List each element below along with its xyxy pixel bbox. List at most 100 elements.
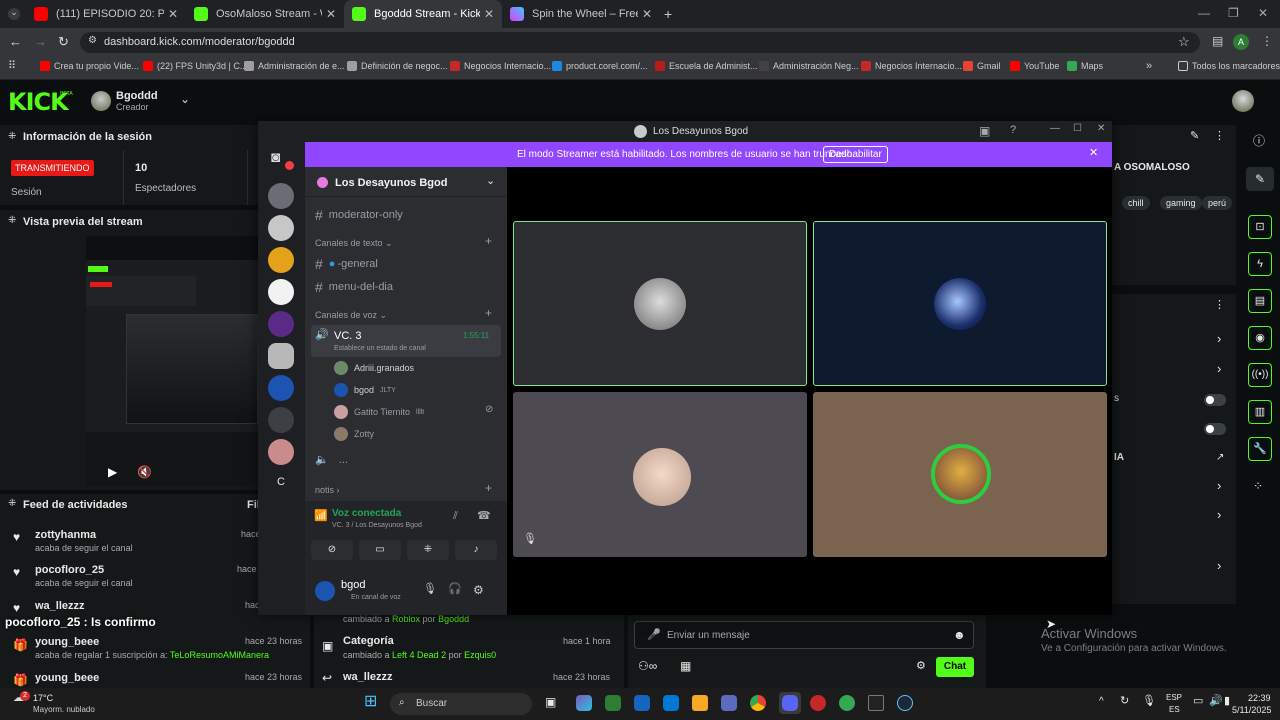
channel-item[interactable]: # ● -general [315,256,378,272]
bookmark-item[interactable]: Crea tu propio Vide... [40,61,139,71]
help-icon[interactable]: ? [1010,125,1016,136]
disconnect-icon[interactable]: ☎ [477,511,491,522]
bookmark-item[interactable]: Negocios Internacio... [861,61,962,71]
microphone-icon[interactable]: 🎤 [647,630,661,641]
server-icon-active[interactable] [268,343,294,369]
stream-preview-video[interactable]: ▶ [86,236,258,486]
soundboard-button[interactable]: ♪ [455,540,497,560]
chevron-right-icon[interactable]: › [1217,362,1221,375]
activities-button[interactable]: ⁜ [407,540,449,560]
tag-chip[interactable]: perú [1202,196,1233,210]
channel-avatar[interactable] [91,91,111,111]
browser-tab[interactable]: OsoMaloso Stream - Watch Liv✕ [186,0,344,28]
category-header[interactable]: notis › [315,485,340,495]
language-top[interactable]: ESP [1166,693,1182,702]
discord-home-icon[interactable]: ◙ [271,150,280,165]
inbox-icon[interactable]: ▣ [979,125,990,137]
minimize-icon[interactable]: — [1050,124,1060,134]
clipboard-icon[interactable]: ▤ [1248,289,1272,313]
broadcast-icon[interactable]: ((•)) [1248,363,1272,387]
bookmark-item[interactable]: product.corel.com/... [552,61,648,71]
taskbar-app-icon[interactable] [721,695,737,711]
add-channel-icon[interactable]: + [485,235,492,247]
add-channel-icon[interactable]: + [485,307,492,319]
mod-action-title[interactable]: wa_llezzz [343,671,393,683]
edit-icon[interactable]: ✎ [1190,131,1199,142]
external-link-icon[interactable]: ↗ [1216,453,1224,463]
bookmark-item[interactable]: Gmail [963,61,1001,71]
chevron-right-icon[interactable]: › [1217,508,1221,521]
browser-tab-active[interactable]: Bgoddd Stream - Kick Dashbo✕ [344,0,502,28]
server-icon[interactable] [268,247,294,273]
address-bar[interactable]: ⚙ dashboard.kick.com/moderator/bgoddd ☆ [80,32,1200,53]
clock-time[interactable]: 22:39 [1248,693,1271,703]
bookmark-item[interactable]: Negocios Internacio... [450,61,551,71]
taskbar-app-icon[interactable] [605,695,621,711]
server-letter-icon[interactable]: C [277,477,285,488]
server-icon[interactable] [268,215,294,241]
lightning-icon[interactable]: ϟ [1248,252,1272,276]
add-channel-icon[interactable]: + [485,482,492,494]
feed-user[interactable]: wa_llezzz [35,600,85,612]
signal-icon[interactable]: 📶 [314,511,328,522]
back-icon[interactable]: ← [9,35,22,48]
taskbar-search[interactable]: ⌕ Buscar [390,693,532,715]
panel-kebab-icon[interactable]: ⋮ [1214,131,1225,142]
bookmark-item[interactable]: Escuela de Administ... [655,61,758,71]
taskbar-app-icon[interactable] [663,695,679,711]
close-window-icon[interactable]: ✕ [1258,7,1268,19]
voice-member[interactable]: Gatito Tiernito llllt [334,405,424,419]
voice-member[interactable]: Adriii.granados [334,361,414,375]
camera-off-button[interactable]: ⊘ [311,540,353,560]
feed-user[interactable]: young_beee [35,636,99,648]
cast-icon[interactable]: ▤ [1212,35,1223,47]
channel-item[interactable]: # menu-del-dia [315,279,393,295]
browser-tab[interactable]: Spin the Wheel – Free and easy✕ [502,0,660,28]
channel-status[interactable]: Establece un estado de canal [334,345,426,352]
menu-kebab-icon[interactable]: ⋮ [1261,35,1273,47]
screen-share-button[interactable]: ▭ [359,540,401,560]
new-tab-icon[interactable]: + [664,7,672,21]
server-icon[interactable] [268,311,294,337]
more-bookmarks-icon[interactable]: » [1146,61,1152,72]
chat-settings-icon[interactable]: ⚙ [916,661,926,672]
preview-drag-icon[interactable]: ⁜ [8,216,16,226]
browser-tab[interactable]: (111) EPISODIO 20: Patricio Sald✕ [26,0,186,28]
session-drag-icon[interactable]: ⁜ [8,132,16,142]
bookmark-star-icon[interactable]: ☆ [1178,35,1190,48]
server-name[interactable]: Los Desayunos Bgod [335,177,447,189]
restore-window-icon[interactable]: ❐ [1228,7,1239,19]
toggle-switch[interactable] [1204,394,1226,406]
start-windows-icon[interactable]: ⊞ [364,694,377,710]
taskbar-app-icon[interactable] [692,695,708,711]
apps-icon[interactable]: ⁘ [1253,480,1263,492]
close-tab-icon[interactable]: ✕ [642,7,652,21]
feed-user[interactable]: pocofloro_25 [35,564,104,576]
microphone-icon[interactable]: 🎙 [423,584,437,595]
layout-icon[interactable]: ▥ [1248,400,1272,424]
participant-tile[interactable] [513,221,807,386]
close-banner-icon[interactable]: ✕ [1089,148,1098,159]
panel-kebab-icon[interactable]: ⋮ [1214,300,1225,311]
channel-item[interactable]: 🔈... [315,453,348,467]
task-view-icon[interactable]: ▣ [545,696,556,708]
voice-member[interactable]: bgod JLTY [334,383,396,397]
tray-mic-icon[interactable]: 🎙 [1142,696,1156,707]
tab-list-icon[interactable]: ⌄ [8,8,20,20]
chrome-taskbar-icon[interactable] [750,695,766,711]
chevron-right-icon[interactable]: › [1217,479,1221,492]
reload-icon[interactable]: ↻ [58,35,69,48]
battery-icon[interactable]: ▮ [1224,696,1230,707]
feed-user[interactable]: young_beee [35,672,99,684]
discord-taskbar-icon[interactable] [779,692,801,714]
volume-icon[interactable]: 🔊 [1209,696,1223,707]
feed-user[interactable]: zottyhanma [35,529,96,541]
chevron-right-icon[interactable]: › [1217,332,1221,345]
bookmark-item[interactable]: Administración de e... [244,61,345,71]
chat-bubble-icon[interactable]: ◉ [1248,326,1272,350]
chat-tools-icon[interactable]: ⚇∞ [638,660,657,672]
steam-icon[interactable] [897,695,913,711]
server-icon[interactable] [268,439,294,465]
tray-app-icon[interactable]: ↻ [1120,696,1129,707]
server-icon[interactable] [268,407,294,433]
